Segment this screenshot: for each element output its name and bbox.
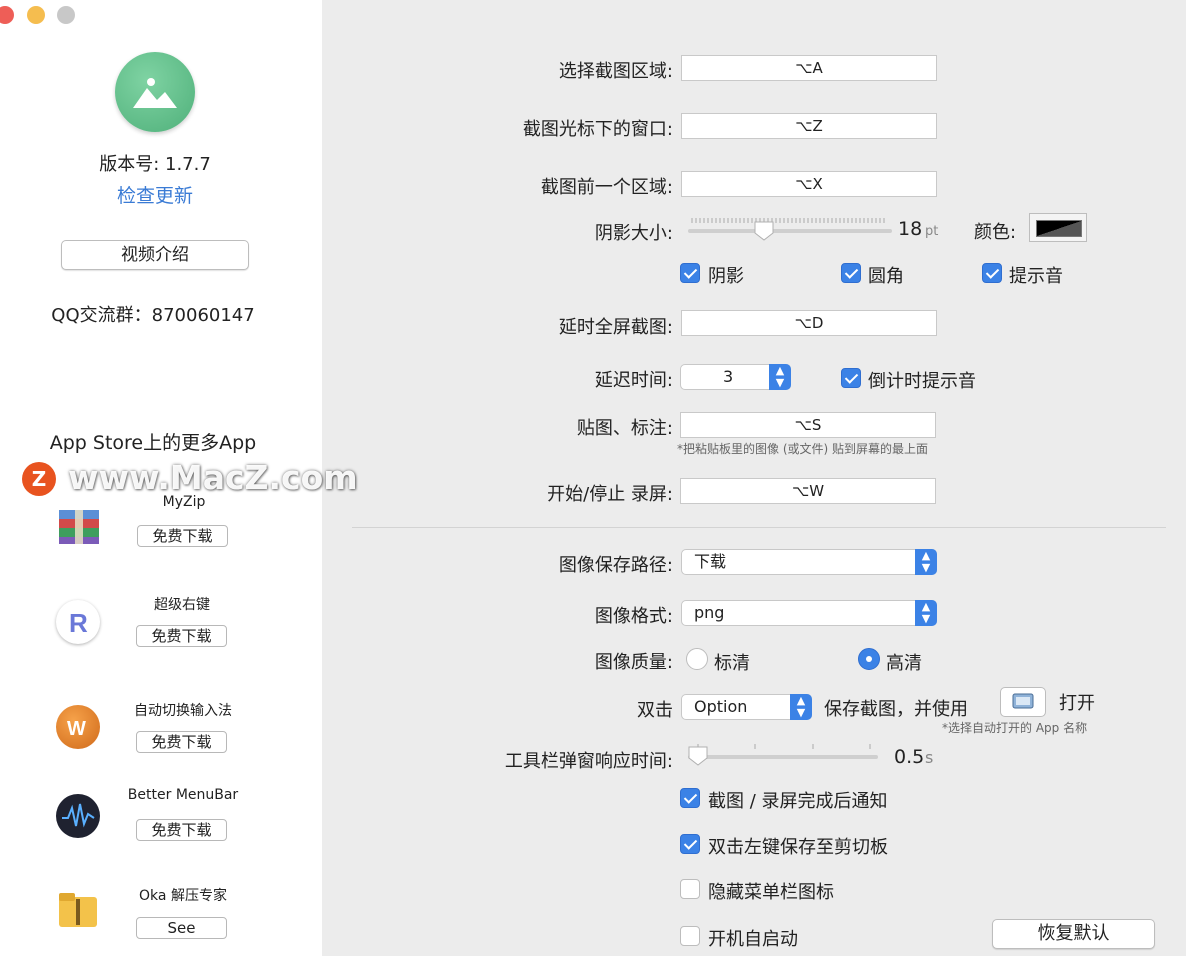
restore-defaults-button[interactable]: 恢复默认: [992, 919, 1155, 949]
quality-hd-radio[interactable]: [858, 648, 880, 670]
select-area-label: 选择截图区域:: [558, 61, 673, 82]
delay-time-label: 延迟时间:: [594, 370, 673, 391]
check-update-link[interactable]: 检查更新: [0, 181, 310, 208]
pin-annotate-shortcut-field[interactable]: ⌥S: [680, 412, 936, 438]
record-label: 开始/停止 录屏:: [547, 484, 673, 505]
window-under-cursor-label: 截图光标下的窗口:: [522, 119, 673, 140]
shadow-size-value: 18: [898, 218, 923, 240]
double-click-modifier-value: Option: [694, 697, 748, 716]
chevron-updown-icon: ▲ ▼: [915, 600, 937, 626]
shadow-size-slider[interactable]: [688, 214, 892, 241]
zoom-window-button[interactable]: [57, 6, 75, 24]
section-divider: [352, 527, 1166, 528]
launch-at-login-checkbox-label: 开机自启动: [708, 929, 798, 950]
save-path-select[interactable]: 下载 ▲ ▼: [681, 549, 937, 575]
double-click-note: *选择自动打开的 App 名称: [942, 721, 1088, 735]
record-shortcut-field[interactable]: ⌥W: [680, 478, 936, 504]
save-path-value: 下载: [694, 552, 727, 571]
previous-area-shortcut-field[interactable]: ⌥X: [681, 171, 937, 197]
app-name-oka-unarchiver: Oka 解压专家: [139, 888, 227, 904]
quality-sd-radio[interactable]: [686, 648, 708, 670]
oka-unarchiver-icon: [58, 891, 98, 929]
myzip-download-button[interactable]: 免费下载: [137, 525, 228, 547]
app-picker-icon: [1012, 693, 1034, 709]
app-name-super-right-click: 超级右键: [154, 597, 210, 613]
previous-area-label: 截图前一个区域:: [540, 177, 673, 198]
oka-unarchiver-see-button[interactable]: See: [136, 917, 227, 939]
rounded-corners-checkbox-label: 圆角: [868, 266, 904, 287]
qq-group-label: QQ交流群：870060147: [51, 305, 255, 326]
stepper-arrows-icon[interactable]: ▲ ▼: [769, 364, 791, 390]
better-menubar-icon: [56, 794, 100, 838]
toolbar-delay-label: 工具栏弹窗响应时间:: [504, 751, 673, 772]
video-intro-button[interactable]: 视频介绍: [61, 240, 249, 270]
app-name-myzip: MyZip: [162, 494, 206, 510]
image-format-value: png: [694, 603, 725, 622]
chevron-updown-icon: ▲ ▼: [790, 694, 812, 720]
notify-checkbox-label: 截图 / 录屏完成后通知: [708, 791, 888, 812]
version-label: 版本号: 1.7.7: [99, 154, 211, 175]
delay-fullscreen-label: 延时全屏截图:: [558, 317, 673, 338]
select-area-shortcut-field[interactable]: ⌥A: [681, 55, 937, 81]
delay-time-stepper[interactable]: 3 ▲ ▼: [680, 364, 791, 390]
open-label: 打开: [1059, 693, 1095, 714]
watermark: www.MacZ.com: [68, 458, 358, 497]
close-window-button[interactable]: [0, 6, 14, 24]
minimize-window-button[interactable]: [27, 6, 45, 24]
toolbar-delay-slider[interactable]: [688, 742, 880, 768]
super-right-click-icon: R: [56, 600, 100, 644]
delay-fullscreen-shortcut-field[interactable]: ⌥D: [681, 310, 937, 336]
rounded-corners-checkbox[interactable]: [841, 263, 861, 283]
toolbar-delay-slider-knob[interactable]: [688, 746, 708, 766]
choose-app-button[interactable]: [1000, 687, 1046, 717]
double-click-modifier-select[interactable]: Option ▲ ▼: [681, 694, 812, 720]
window-under-cursor-shortcut-field[interactable]: ⌥Z: [681, 113, 937, 139]
svg-text:R: R: [69, 608, 88, 638]
quality-hd-label: 高清: [886, 653, 922, 674]
image-format-label: 图像格式:: [594, 606, 673, 627]
double-left-click-checkbox-label: 双击左键保存至剪切板: [708, 837, 888, 858]
save-path-label: 图像保存路径:: [558, 555, 673, 576]
hide-menu-icon-checkbox[interactable]: [680, 879, 700, 899]
shadow-color-label: 颜色:: [974, 222, 1017, 243]
shadow-color-well[interactable]: [1029, 213, 1087, 242]
shadow-size-unit: pt: [925, 224, 939, 239]
double-click-save-text: 保存截图，并使用: [824, 699, 968, 720]
shadow-size-label: 阴影大小:: [594, 223, 673, 244]
sidebar: 版本号: 1.7.7 检查更新 视频介绍 QQ交流群：870060147 App…: [0, 0, 358, 956]
toolbar-delay-unit: s: [925, 748, 934, 767]
quality-sd-label: 标清: [714, 653, 750, 674]
myzip-icon: [57, 506, 101, 546]
better-menubar-download-button[interactable]: 免费下载: [136, 819, 227, 841]
shadow-checkbox-label: 阴影: [708, 266, 744, 287]
toolbar-delay-value: 0.5: [894, 746, 925, 768]
chevron-updown-icon: ▲ ▼: [915, 549, 937, 575]
pin-annotate-note: *把粘贴板里的图像 (或文件) 贴到屏幕的最上面: [677, 442, 928, 456]
sound-checkbox[interactable]: [982, 263, 1002, 283]
more-apps-title: App Store上的更多App: [49, 432, 257, 454]
super-right-click-download-button[interactable]: 免费下载: [136, 625, 227, 647]
svg-text:W: W: [67, 718, 86, 740]
notify-checkbox[interactable]: [680, 788, 700, 808]
image-quality-label: 图像质量:: [594, 652, 673, 673]
double-click-label: 双击: [637, 700, 673, 721]
pin-annotate-label: 贴图、标注:: [576, 418, 673, 439]
shadow-checkbox[interactable]: [680, 263, 700, 283]
app-name-auto-input-switch: 自动切换输入法: [134, 703, 232, 719]
auto-input-switch-download-button[interactable]: 免费下载: [136, 731, 227, 753]
macz-logo-icon: Z: [22, 462, 56, 496]
launch-at-login-checkbox[interactable]: [680, 926, 700, 946]
countdown-sound-checkbox[interactable]: [841, 368, 861, 388]
sound-checkbox-label: 提示音: [1009, 266, 1063, 287]
countdown-sound-label: 倒计时提示音: [868, 371, 976, 392]
delay-time-value: 3: [723, 367, 734, 386]
image-format-select[interactable]: png ▲ ▼: [681, 600, 937, 626]
auto-input-switch-icon: W: [56, 705, 100, 749]
shadow-size-slider-knob[interactable]: [754, 221, 774, 241]
hide-menu-icon-checkbox-label: 隐藏菜单栏图标: [708, 882, 834, 903]
app-icon: [115, 52, 195, 132]
app-name-better-menubar: Better MenuBar: [127, 787, 239, 803]
double-left-click-checkbox[interactable]: [680, 834, 700, 854]
